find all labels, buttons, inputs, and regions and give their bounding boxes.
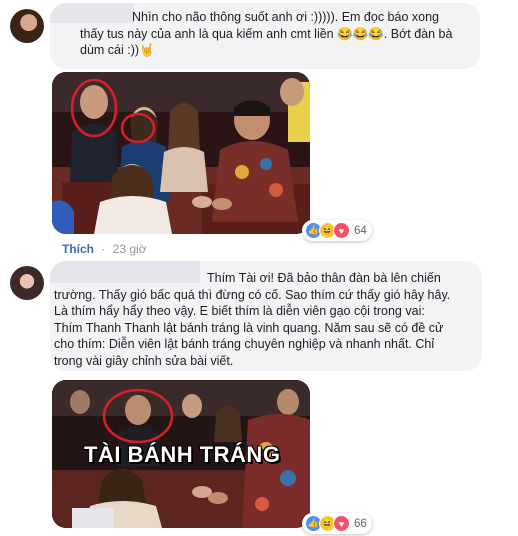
love-reaction-icon: ♥	[333, 515, 350, 532]
image-caption: TÀI BÁNH TRÁNG	[84, 442, 281, 467]
reaction-count: 64	[354, 224, 367, 237]
comment-text: Thím Tài ơi! Đã bảo thân đàn bà lên chiế…	[54, 271, 451, 368]
comment-reactions[interactable]: 👍 😆 ♥ 64	[302, 220, 372, 241]
comment-photo[interactable]	[52, 72, 310, 234]
comment-actions: Thích · 23 giờ	[62, 242, 147, 256]
comment-photo[interactable]: TÀI BÁNH TRÁNG	[52, 380, 310, 528]
love-reaction-icon: ♥	[333, 222, 350, 239]
commenter-avatar[interactable]	[10, 266, 44, 300]
separator: ·	[101, 242, 106, 256]
comment-text: Nhìn cho não thông suốt anh ơi :))))). E…	[80, 10, 453, 57]
commenter-avatar[interactable]	[10, 9, 44, 43]
like-link[interactable]: Thích	[62, 242, 94, 256]
comment-reactions[interactable]: 👍 😆 ♥ 66	[302, 513, 372, 534]
event-photo-illustration	[52, 72, 310, 234]
comment-bubble: Thím Tài ơi! Đã bảo thân đàn bà lên chiế…	[50, 261, 482, 371]
comment-time[interactable]: 23 giờ	[113, 242, 147, 256]
reaction-count: 66	[354, 517, 367, 530]
comment-bubble: Nhìn cho não thông suốt anh ơi :))))). E…	[50, 3, 480, 69]
